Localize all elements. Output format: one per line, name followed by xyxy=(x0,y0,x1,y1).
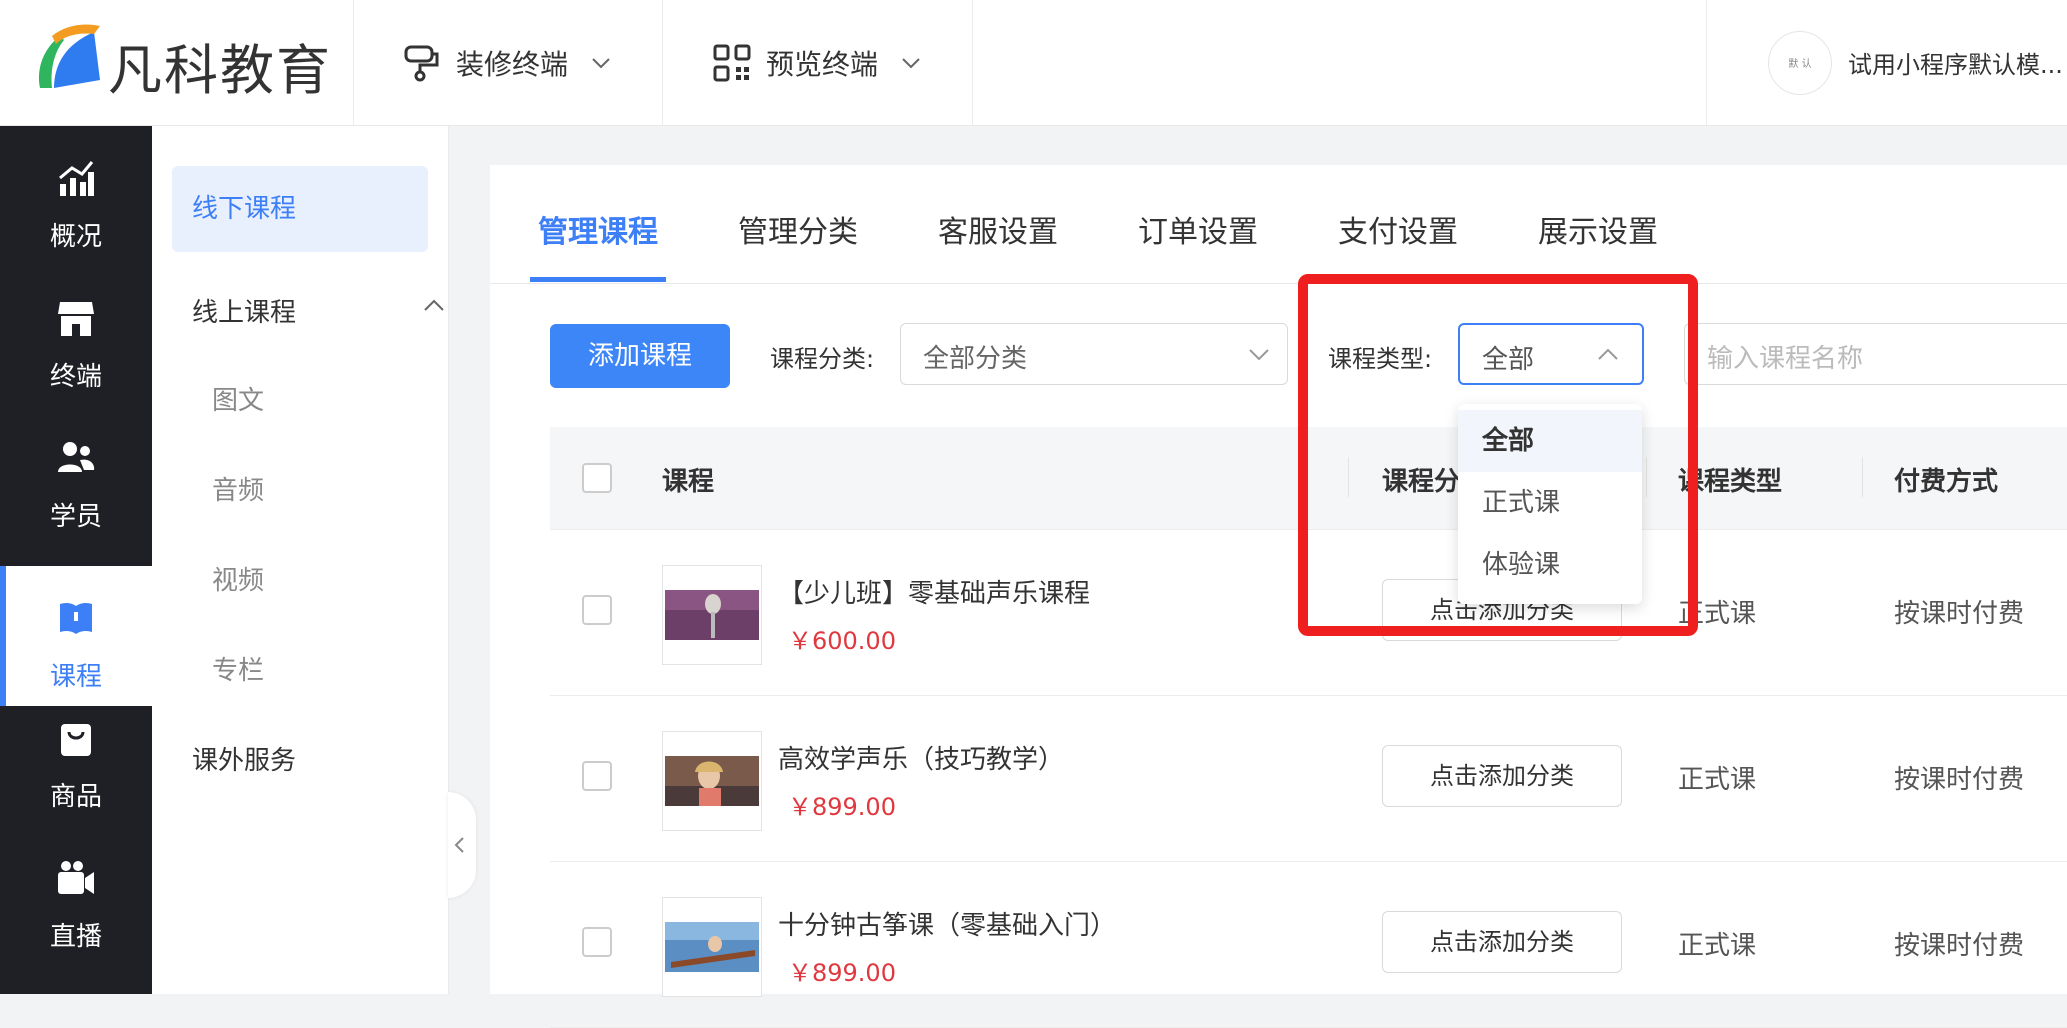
bag-icon xyxy=(61,724,91,756)
chevron-left-icon xyxy=(454,837,464,853)
subnav-item-video[interactable]: 视频 xyxy=(212,560,264,597)
payment-method: 按课时付费 xyxy=(1894,931,2025,961)
tab-manage-courses[interactable]: 管理课程 xyxy=(538,207,658,251)
chevron-down-icon xyxy=(1249,349,1269,361)
chevron-up-icon xyxy=(424,299,444,311)
main-card: 管理课程 管理分类 客服设置 订单设置 支付设置 展示设置 添加课程 课程分类:… xyxy=(490,165,2067,1028)
book-icon xyxy=(60,602,92,634)
payment-method: 按课时付费 xyxy=(1894,599,2025,629)
select-all-checkbox[interactable] xyxy=(582,463,612,493)
search-placeholder: 输入课程名称 xyxy=(1707,344,1864,374)
course-type: 正式课 xyxy=(1678,765,1757,795)
subnav-item-graphic[interactable]: 图文 xyxy=(212,380,264,417)
course-type: 正式课 xyxy=(1678,931,1757,961)
users-icon xyxy=(58,442,95,472)
nav-item-overview[interactable]: 概况 xyxy=(0,126,152,266)
category-filter-label: 课程分类: xyxy=(770,345,875,373)
chart-icon xyxy=(59,161,94,196)
account-name: 试用小程序默认模... xyxy=(1848,51,2063,79)
table-row: 高效学声乐（技巧教学） ￥899.00 点击添加分类 正式课 按课时付费 xyxy=(550,695,2067,862)
main-nav: 概况 终端 学员 课程 商品 直播 xyxy=(0,126,152,994)
add-category-button[interactable]: 点击添加分类 xyxy=(1382,911,1622,973)
row-checkbox[interactable] xyxy=(582,927,612,957)
column-header-course: 课程 xyxy=(662,467,715,497)
video-camera-icon xyxy=(58,861,94,894)
nav-item-live[interactable]: 直播 xyxy=(0,826,152,966)
nav-item-terminal[interactable]: 终端 xyxy=(0,266,152,406)
nav-item-courses[interactable]: 课程 xyxy=(0,566,152,706)
nav-label: 终端 xyxy=(49,362,102,392)
subnav-item-extra-services[interactable]: 课外服务 xyxy=(192,740,296,777)
row-checkbox[interactable] xyxy=(582,595,612,625)
course-thumbnail[interactable] xyxy=(662,731,762,831)
course-name[interactable]: 【少儿班】零基础声乐课程 xyxy=(778,573,1090,610)
brand-name: 凡科教育 xyxy=(108,39,332,102)
chevron-down-icon xyxy=(592,57,610,68)
tab-bar: 管理课程 管理分类 客服设置 订单设置 支付设置 展示设置 xyxy=(490,165,2067,284)
decorate-terminal-label: 装修终端 xyxy=(456,47,569,81)
category-select[interactable]: 全部分类 xyxy=(900,323,1288,385)
active-tab-indicator xyxy=(530,277,666,282)
nav-label: 概况 xyxy=(49,222,102,252)
add-category-button[interactable]: 点击添加分类 xyxy=(1382,745,1622,807)
paint-roller-icon xyxy=(404,45,439,81)
tab-display-settings[interactable]: 展示设置 xyxy=(1538,207,1658,251)
tab-payment-settings[interactable]: 支付设置 xyxy=(1338,207,1458,251)
decorate-terminal-menu[interactable]: 装修终端 xyxy=(402,0,612,125)
brand-logo[interactable]: 凡科教育 xyxy=(30,18,350,108)
tab-customer-service[interactable]: 客服设置 xyxy=(938,207,1058,251)
qr-code-icon xyxy=(713,44,751,81)
avatar: 默 认 xyxy=(1768,30,1832,95)
course-search-input[interactable]: 输入课程名称 xyxy=(1684,323,2067,385)
row-checkbox[interactable] xyxy=(582,761,612,791)
collapse-sidebar-button[interactable] xyxy=(448,792,476,898)
tab-order-settings[interactable]: 订单设置 xyxy=(1138,207,1258,251)
subnav-item-column[interactable]: 专栏 xyxy=(212,650,264,687)
highlight-annotation xyxy=(1298,274,1698,636)
course-subnav: 线下课程 线上课程 图文 音频 视频 专栏 课外服务 xyxy=(152,126,449,994)
tab-manage-categories[interactable]: 管理分类 xyxy=(738,207,858,251)
nav-item-products[interactable]: 商品 xyxy=(0,686,152,826)
course-name[interactable]: 十分钟古筝课（零基础入门） xyxy=(778,905,1116,942)
nav-label: 学员 xyxy=(49,502,102,532)
table-row: 十分钟古筝课（零基础入门） ￥899.00 点击添加分类 正式课 按课时付费 xyxy=(550,861,2067,1028)
subnav-item-audio[interactable]: 音频 xyxy=(212,470,264,507)
preview-terminal-label: 预览终端 xyxy=(766,47,879,81)
course-price: ￥899.00 xyxy=(788,959,896,987)
payment-method: 按课时付费 xyxy=(1894,765,2025,795)
column-header-payment: 付费方式 xyxy=(1894,467,1999,497)
nav-label: 商品 xyxy=(49,782,102,812)
microphone-image xyxy=(665,590,759,640)
course-thumbnail[interactable] xyxy=(662,565,762,665)
subnav-item-online-courses[interactable]: 线上课程 xyxy=(192,292,448,329)
course-price: ￥899.00 xyxy=(788,793,896,821)
preview-terminal-menu[interactable]: 预览终端 xyxy=(712,0,922,125)
chevron-down-icon xyxy=(902,57,920,68)
top-bar: 凡科教育 装修终端 预览终端 默 认 试用小程序默认模... xyxy=(0,0,2067,126)
course-thumbnail[interactable] xyxy=(662,897,762,997)
nav-label: 直播 xyxy=(49,922,102,952)
account-menu[interactable]: 默 认 试用小程序默认模... xyxy=(1768,0,2063,125)
guzheng-image xyxy=(665,922,759,972)
course-price: ￥600.00 xyxy=(788,627,896,655)
singer-image xyxy=(665,756,759,806)
logo-icon xyxy=(38,24,100,88)
nav-item-students[interactable]: 学员 xyxy=(0,406,152,546)
add-course-button[interactable]: 添加课程 xyxy=(550,324,730,388)
category-select-value: 全部分类 xyxy=(923,344,1028,374)
subnav-item-offline-courses[interactable]: 线下课程 xyxy=(172,166,428,252)
course-name[interactable]: 高效学声乐（技巧教学） xyxy=(778,739,1064,776)
store-icon xyxy=(58,302,94,336)
